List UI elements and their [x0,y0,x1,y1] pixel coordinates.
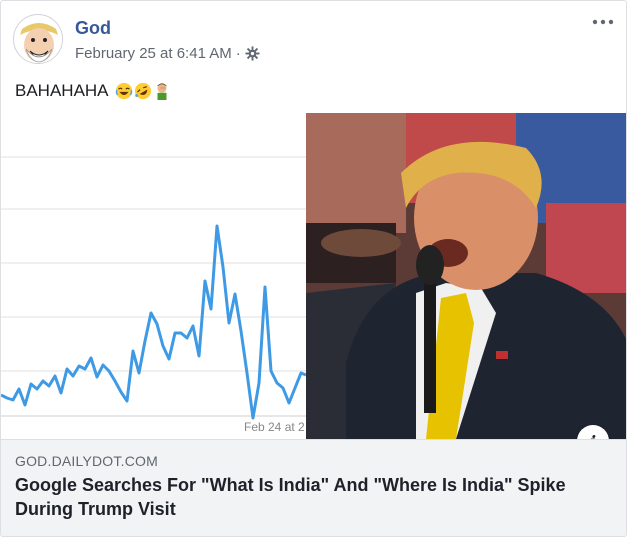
post-status: BAHAHAHA [15,81,171,101]
rolling-laughing-emoji [134,82,151,100]
link-preview-image[interactable]: Feb 24 at 2 [1,113,626,439]
meta-separator: · [235,45,241,62]
link-headline[interactable]: Google Searches For "What Is India" And … [15,473,615,521]
more-options-icon[interactable] [590,13,616,31]
author-avatar[interactable] [13,14,63,64]
trend-line [1,224,307,420]
post-timestamp[interactable]: February 25 at 6:41 AM [75,45,232,62]
link-card[interactable]: GOD.DAILYDOT.COM Google Searches For "Wh… [1,439,626,536]
author-name[interactable]: God [75,18,111,39]
post-card: God February 25 at 6:41 AM · BAHAHAHA Fe… [0,0,627,537]
laughing-face-emoji [115,82,132,100]
trend-chart-svg: Feb 24 at 2 [1,156,307,434]
post-meta: February 25 at 6:41 AM · [75,45,260,62]
man-facepalming-emoji [157,83,167,100]
chart-x-tick-label: Feb 24 at 2 [244,420,305,434]
search-trend-chart: Feb 24 at 2 [1,113,307,439]
trump-speaking-photo [306,113,626,439]
status-emojis [115,82,171,100]
link-domain: GOD.DAILYDOT.COM [15,453,158,469]
gear-icon[interactable] [245,46,260,61]
cartoon-face-icon [15,16,62,63]
status-text: BAHAHAHA [15,81,109,100]
